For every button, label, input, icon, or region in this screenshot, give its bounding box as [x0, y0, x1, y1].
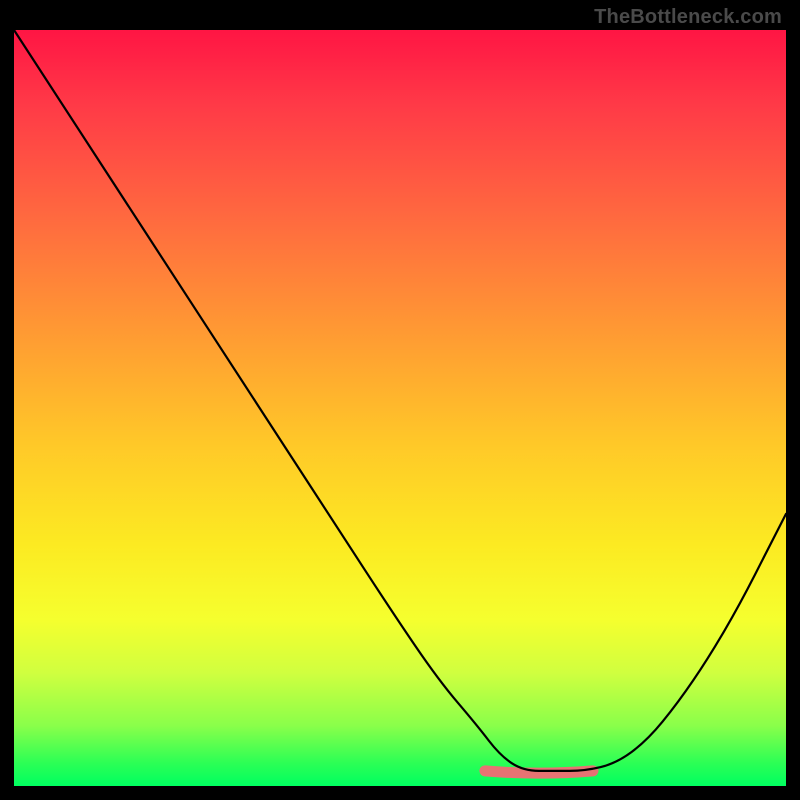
chart-container: TheBottleneck.com [0, 0, 800, 800]
brand-watermark: TheBottleneck.com [594, 6, 782, 29]
bottleneck-curve [14, 30, 786, 771]
plot-frame [14, 30, 786, 786]
curve-layer [14, 30, 786, 786]
